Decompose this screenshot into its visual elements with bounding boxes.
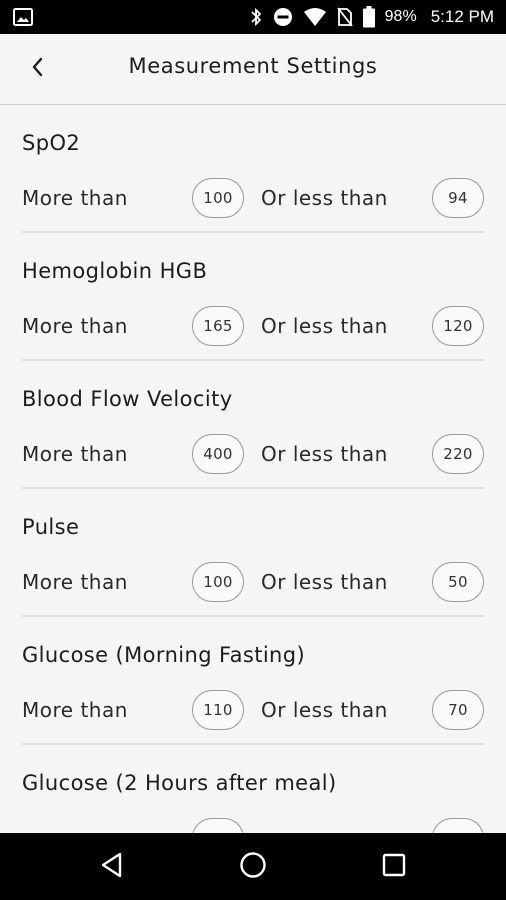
less-than-label: Or less than <box>261 186 388 210</box>
setting-hemoglobin: Hemoglobin HGB More than 165 Or less tha… <box>21 233 485 361</box>
battery-percent: 98% <box>384 8 417 25</box>
section-title: Glucose (Morning Fasting) <box>22 643 306 667</box>
less-than-input[interactable]: 50 <box>432 562 484 602</box>
less-than-label: Or less than <box>261 314 388 338</box>
more-than-input[interactable] <box>192 818 244 833</box>
less-than-label: Or less than <box>261 442 388 466</box>
more-than-label: More than <box>22 570 128 594</box>
back-triangle-icon <box>100 852 124 882</box>
bluetooth-icon <box>249 7 263 27</box>
more-than-input[interactable]: 400 <box>192 434 244 474</box>
battery-icon <box>362 6 375 28</box>
setting-blood-flow-velocity: Blood Flow Velocity More than 400 Or les… <box>21 361 485 489</box>
less-than-input[interactable]: 70 <box>432 690 484 730</box>
nav-recents-button[interactable] <box>379 852 409 882</box>
gallery-icon <box>13 8 33 26</box>
home-circle-icon <box>239 851 267 883</box>
more-than-input[interactable]: 165 <box>192 306 244 346</box>
less-than-input[interactable] <box>432 818 484 833</box>
navigation-bar <box>0 833 506 900</box>
less-than-label: Or less than <box>261 698 388 722</box>
setting-glucose-after-meal: Glucose (2 Hours after meal) <box>21 745 485 833</box>
setting-pulse: Pulse More than 100 Or less than 50 <box>21 489 485 617</box>
do-not-disturb-icon <box>273 7 293 27</box>
app-header: Measurement Settings <box>0 34 506 105</box>
settings-list[interactable]: SpO2 More than 100 Or less than 94 Hemog… <box>0 105 506 833</box>
more-than-label: More than <box>22 314 128 338</box>
setting-spo2: SpO2 More than 100 Or less than 94 <box>21 105 485 233</box>
wifi-icon <box>303 7 327 27</box>
nav-home-button[interactable] <box>238 852 268 882</box>
more-than-label: More than <box>22 186 128 210</box>
more-than-input[interactable]: 110 <box>192 690 244 730</box>
section-title: Blood Flow Velocity <box>22 387 233 411</box>
more-than-label: More than <box>22 442 128 466</box>
page-title: Measurement Settings <box>128 54 378 78</box>
setting-glucose-fasting: Glucose (Morning Fasting) More than 110 … <box>21 617 485 745</box>
no-sim-icon <box>336 7 353 27</box>
less-than-input[interactable]: 94 <box>432 178 484 218</box>
section-title: Pulse <box>22 515 80 539</box>
status-bar: 98% 5:12 PM <box>0 0 506 34</box>
less-than-input[interactable]: 120 <box>432 306 484 346</box>
less-than-label: Or less than <box>261 570 388 594</box>
nav-back-button[interactable] <box>97 852 127 882</box>
recents-square-icon <box>382 853 406 881</box>
section-title: Glucose (2 Hours after meal) <box>22 771 337 795</box>
section-title: SpO2 <box>22 131 81 155</box>
less-than-input[interactable]: 220 <box>432 434 484 474</box>
more-than-input[interactable]: 100 <box>192 178 244 218</box>
more-than-label: More than <box>22 698 128 722</box>
clock: 5:12 PM <box>430 7 494 26</box>
more-than-input[interactable]: 100 <box>192 562 244 602</box>
section-title: Hemoglobin HGB <box>22 259 208 283</box>
